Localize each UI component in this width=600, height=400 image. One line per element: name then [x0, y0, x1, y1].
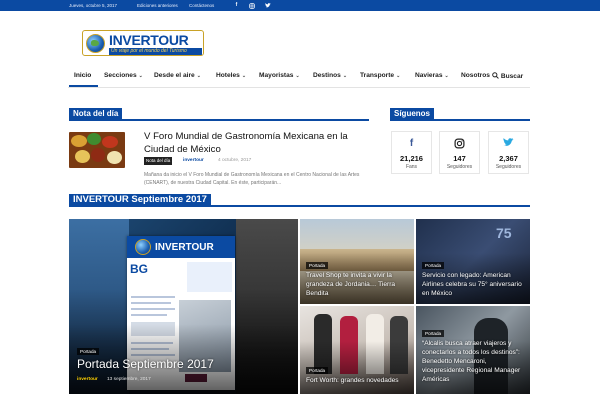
category-badge[interactable]: Portada [77, 348, 100, 355]
globe-icon [86, 34, 105, 53]
tile-title[interactable]: Servicio con legado: American Airlines c… [422, 271, 526, 298]
chevron-down-icon: ⌄ [138, 73, 143, 79]
nav-item-navieras[interactable]: Navieras ⌄ [415, 72, 449, 79]
featured-tile-overlay: Portada Portada Septiembre 2017 invertou… [69, 219, 298, 394]
nav-item-destinos[interactable]: Destinos ⌄ [313, 72, 347, 79]
news-thumbnail[interactable] [69, 132, 125, 168]
top-bar: Jueves, octubre 5, 2017 Ediciones anteri… [0, 0, 600, 11]
tile-title[interactable]: “Alcalis busca atraer viajeros y conecta… [422, 339, 526, 384]
nav-item-buscar[interactable]: Buscar [492, 72, 523, 80]
site-logo[interactable]: INVERTOUR Un viaje por el mundo del Turi… [82, 30, 204, 56]
facebook-icon[interactable]: f [233, 2, 240, 9]
nav-item-mayoristas[interactable]: Mayoristas ⌄ [259, 72, 300, 79]
news-date: 4 octubre, 2017 [218, 158, 252, 163]
nota-del-dia-header: Nota del día [69, 108, 369, 121]
chevron-down-icon: ⌄ [444, 73, 449, 79]
facebook-icon: f [409, 138, 414, 149]
topbar-link-ediciones[interactable]: Ediciones anteriores [137, 2, 178, 9]
food-bowl [71, 135, 87, 147]
nav-item-hoteles[interactable]: Hoteles ⌄ [216, 72, 246, 79]
nav-item-inicio[interactable]: Inicio [74, 72, 91, 79]
topbar-date: Jueves, octubre 5, 2017 [69, 3, 118, 8]
food-bowl [75, 150, 90, 163]
featured-title[interactable]: Portada Septiembre 2017 [77, 357, 214, 372]
featured-date: 13 septiembre, 2017 [107, 377, 151, 382]
instagram-icon[interactable] [248, 2, 255, 9]
food-bowl [107, 151, 122, 164]
tile-title[interactable]: Fort Worth: grandes novedades [306, 376, 410, 385]
news-title[interactable]: V Foro Mundial de Gastronomía Mexicana e… [144, 130, 369, 156]
news-tile[interactable]: Portada “Alcalis busca atraer viajeros y… [416, 306, 530, 394]
news-tile[interactable]: Portada Fort Worth: grandes novedades [300, 306, 414, 394]
nav-item-transporte[interactable]: Transporte ⌄ [360, 72, 400, 79]
social-count: 21,216 [400, 154, 423, 163]
category-badge[interactable]: Portada [422, 330, 445, 337]
featured-author[interactable]: invertour [77, 377, 98, 382]
logo-tagline: Un viaje por el mundo del Turismo [109, 48, 202, 55]
news-tile[interactable]: Portada Travel Shop te invita a vivir la… [300, 219, 414, 304]
instagram-icon [440, 138, 479, 152]
category-badge[interactable]: Nota del día [144, 157, 173, 165]
news-tile[interactable]: 75 Portada Servicio con legado: American… [416, 219, 530, 304]
food-bowl [87, 133, 101, 145]
social-box-facebook[interactable]: f 21,216 Fans [391, 131, 432, 174]
nav-divider [68, 87, 530, 88]
nav-item-desde-el-aire[interactable]: Desde el aire ⌄ [154, 72, 201, 79]
food-bowl [91, 148, 105, 162]
social-box-twitter[interactable]: 2,367 Seguidores [488, 131, 529, 174]
food-bowl [102, 136, 118, 148]
section-title: INVERTOUR Septiembre 2017 [69, 194, 211, 205]
nav-item-nosotros[interactable]: Nosotros [461, 72, 490, 79]
siguenos-header: Síguenos [390, 108, 530, 121]
category-badge[interactable]: Portada [422, 262, 445, 269]
anniversary-graphic: 75 [496, 225, 512, 241]
category-badge[interactable]: Portada [306, 262, 329, 269]
news-author[interactable]: invertour [183, 158, 204, 163]
twitter-icon [489, 138, 528, 150]
chevron-down-icon: ⌄ [295, 73, 300, 79]
social-label: Seguidores [446, 164, 473, 170]
chevron-down-icon: ⌄ [396, 73, 401, 79]
category-badge[interactable]: Portada [306, 367, 329, 374]
main-nav: Inicio Secciones ⌄ Desde el aire ⌄ Hoteles… [68, 68, 530, 88]
news-excerpt: Mañana da inicio el V Foro Mundial de Ga… [144, 172, 360, 186]
nav-item-secciones[interactable]: Secciones ⌄ [104, 72, 143, 79]
social-label: Fans [405, 164, 418, 170]
social-count: 147 [453, 154, 466, 163]
twitter-icon[interactable] [264, 2, 271, 9]
edition-header: INVERTOUR Septiembre 2017 [69, 194, 530, 207]
chevron-down-icon: ⌄ [241, 73, 247, 79]
search-icon [492, 72, 499, 79]
section-title: Nota del día [69, 108, 123, 119]
section-title: Síguenos [390, 108, 435, 119]
chevron-down-icon: ⌄ [342, 73, 348, 79]
tile-title[interactable]: Travel Shop te invita a vivir la grandez… [306, 271, 410, 298]
social-box-instagram[interactable]: 147 Seguidores [439, 131, 480, 174]
social-count: 2,367 [499, 154, 518, 163]
social-label: Seguidores [495, 164, 522, 170]
chevron-down-icon: ⌄ [196, 73, 201, 79]
logo-name: INVERTOUR [109, 32, 189, 48]
topbar-link-contacto[interactable]: Contáctenos [189, 2, 214, 9]
